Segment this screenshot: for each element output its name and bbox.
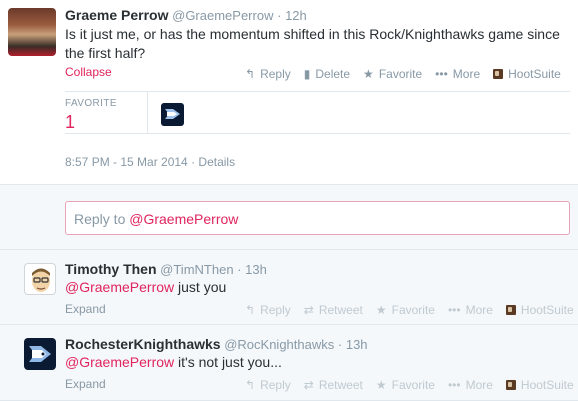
reply-label: Reply [260,67,291,81]
reply-icon: ↰ [245,67,256,81]
avatar[interactable] [24,338,56,370]
tweet-text: @GraemePerrow it's not just you... [65,354,282,370]
more-label: More [465,378,493,392]
tweet-body: it's not just you... [174,354,282,370]
reply-mention: @GraemePerrow [129,211,239,227]
reply-area: Reply to @GraemePerrow [0,184,578,250]
tweet-body: just you [174,279,227,295]
author-handle[interactable]: @TimNThen [160,262,233,277]
hootsuite-label: HootSuite [508,67,561,81]
author-name[interactable]: Timothy Then [65,261,157,277]
reply-tweet[interactable]: RochesterKnighthawks @RocKnighthawks · 1… [0,325,578,401]
collapse-link[interactable]: Collapse [65,65,112,79]
mention-link[interactable]: @GraemePerrow [65,354,174,370]
tweet-actions: ↰ Reply ⇄ Retweet ★ Favorite ••• More Ho… [245,303,578,317]
favorite-label: Favorite [391,378,435,392]
retweet-button[interactable]: ⇄ Retweet [304,378,363,392]
separator: · [337,337,343,352]
reply-button[interactable]: ↰ Reply [245,67,291,81]
ellipsis-icon: ••• [447,303,461,317]
separator: · [237,262,242,277]
ellipsis-icon: ••• [447,378,461,392]
hootsuite-label: HootSuite [520,378,574,392]
hootsuite-button[interactable]: HootSuite [505,303,574,317]
favorite-stat-count[interactable]: 1 [65,112,75,133]
reply-button[interactable]: ↰ Reply [245,303,291,317]
more-label: More [465,303,493,317]
retweet-icon: ⇄ [303,303,314,317]
star-icon: ★ [363,67,374,81]
star-icon: ★ [375,378,387,392]
favoriter-avatar[interactable] [161,103,184,126]
reply-button[interactable]: ↰ Reply [245,378,291,392]
tweet-time[interactable]: 13h [245,262,267,277]
mention-link[interactable]: @GraemePerrow [65,279,174,295]
tweet-text: Is it just me, or has the momentum shift… [65,26,560,61]
tweet-header: Graeme Perrow @GraemePerrow · 12h [65,7,307,23]
separator: · [191,155,196,169]
expand-link[interactable]: Expand [65,377,106,391]
tweet-time[interactable]: 13h [346,337,368,352]
favorite-label: Favorite [378,67,423,81]
more-button[interactable]: ••• More [448,378,493,392]
favorite-button[interactable]: ★ Favorite [376,378,435,392]
hootsuite-button[interactable]: HootSuite [505,378,574,392]
author-name[interactable]: Graeme Perrow [65,7,169,23]
tweet-time[interactable]: 12h [285,8,307,23]
tweet-actions: ↰ Reply ⇄ Retweet ★ Favorite ••• More Ho… [245,378,578,392]
delete-button[interactable]: ▮ Delete [304,67,350,81]
favorite-label: Favorite [391,303,435,317]
more-label: More [452,67,481,81]
favorite-button[interactable]: ★ Favorite [376,303,435,317]
retweet-label: Retweet [318,378,363,392]
more-button[interactable]: ••• More [448,303,493,317]
avatar[interactable] [8,8,56,56]
hootsuite-label: HootSuite [520,303,574,317]
retweet-label: Retweet [318,303,363,317]
retweet-icon: ⇄ [303,378,314,392]
retweet-button[interactable]: ⇄ Retweet [304,303,363,317]
separator: · [277,8,282,23]
timestamp-text[interactable]: 8:57 PM - 15 Mar 2014 [65,155,188,169]
reply-icon: ↰ [245,378,256,392]
trash-icon: ▮ [303,67,311,81]
reply-label: Reply [260,303,291,317]
favorite-stat-label: FAVORITE [65,98,117,109]
ellipsis-icon: ••• [435,67,448,81]
reply-input[interactable]: Reply to @GraemePerrow [65,201,570,235]
divider [65,133,570,134]
delete-label: Delete [315,67,351,81]
favorite-button[interactable]: ★ Favorite [363,67,422,81]
avatar[interactable] [24,263,56,295]
reply-tweet[interactable]: Timothy Then @TimNThen · 13h @GraemePerr… [0,250,578,325]
tweet-header: Timothy Then @TimNThen · 13h [65,261,267,277]
hootsuite-icon [505,305,516,315]
tweet-timestamp: 8:57 PM - 15 Mar 2014 · Details [65,155,235,169]
main-tweet: Graeme Perrow @GraemePerrow · 12h Is it … [0,0,578,184]
tweet-text: @GraemePerrow just you [65,279,226,295]
tweet-actions: ↰ Reply ▮ Delete ★ Favorite ••• More Hoo… [245,67,574,81]
hootsuite-icon [505,380,516,390]
stats-divider [147,91,148,133]
expand-link[interactable]: Expand [65,302,106,316]
reply-prefix: Reply to [74,211,126,227]
hootsuite-icon [493,69,504,79]
tweet-header: RochesterKnighthawks @RocKnighthawks · 1… [65,336,368,352]
details-link[interactable]: Details [198,155,235,169]
author-handle[interactable]: @RocKnighthawks [224,337,334,352]
more-button[interactable]: ••• More [435,67,480,81]
reply-icon: ↰ [245,303,256,317]
reply-label: Reply [260,378,291,392]
divider [65,91,570,92]
author-name[interactable]: RochesterKnighthawks [65,336,221,352]
author-handle[interactable]: @GraemePerrow [172,8,273,23]
star-icon: ★ [375,303,387,317]
hootsuite-button[interactable]: HootSuite [493,67,561,81]
